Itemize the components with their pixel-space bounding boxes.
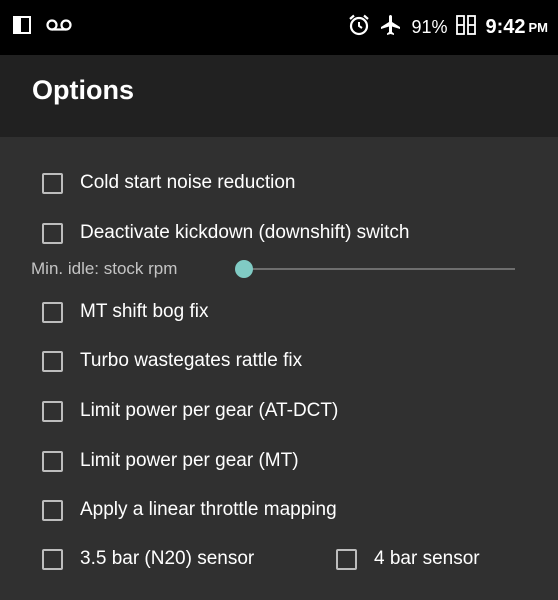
checkbox[interactable] xyxy=(42,222,63,244)
option-label: Limit power per gear (AT-DCT) xyxy=(80,400,339,421)
option-linear-throttle-mapping[interactable]: Apply a linear throttle mapping xyxy=(42,493,337,527)
alarm-icon xyxy=(347,13,371,42)
option-cold-start-noise-reduction[interactable]: Cold start noise reduction xyxy=(42,166,295,200)
battery-icon xyxy=(455,14,477,41)
dual-screen-icon xyxy=(12,15,32,40)
checkbox[interactable] xyxy=(42,400,63,422)
option-label: 3.5 bar (N20) sensor xyxy=(80,548,255,569)
min-idle-slider-thumb[interactable] xyxy=(235,260,253,278)
option-mt-shift-bog-fix[interactable]: MT shift bog fix xyxy=(42,295,208,329)
checkbox[interactable] xyxy=(42,301,63,323)
option-deactivate-kickdown-switch[interactable]: Deactivate kickdown (downshift) switch xyxy=(42,216,409,250)
page-title: Options xyxy=(32,75,134,105)
checkbox[interactable] xyxy=(42,548,63,570)
status-bar: 91% 9:42 PM xyxy=(0,0,558,55)
option-4-bar-sensor[interactable]: 4 bar sensor xyxy=(336,542,480,576)
checkbox[interactable] xyxy=(42,450,63,472)
airplane-mode-icon xyxy=(379,13,403,42)
app-bar: Options xyxy=(0,55,558,137)
status-bar-right: 91% 9:42 PM xyxy=(347,0,548,55)
option-limit-power-per-gear-mt[interactable]: Limit power per gear (MT) xyxy=(42,444,299,478)
option-label: Limit power per gear (MT) xyxy=(80,450,299,471)
battery-percentage: 91% xyxy=(411,17,448,37)
min-idle-label: Min. idle: stock rpm xyxy=(31,259,178,278)
option-label: Apply a linear throttle mapping xyxy=(80,499,337,520)
option-label: Cold start noise reduction xyxy=(80,172,296,193)
option-3-5-bar-n20-sensor[interactable]: 3.5 bar (N20) sensor xyxy=(42,542,254,576)
clock-ampm: PM xyxy=(528,20,549,35)
option-limit-power-per-gear-at-dct[interactable]: Limit power per gear (AT-DCT) xyxy=(42,394,338,428)
option-label: MT shift bog fix xyxy=(80,301,209,322)
option-label: Turbo wastegates rattle fix xyxy=(80,350,303,371)
option-label: Deactivate kickdown (downshift) switch xyxy=(80,222,410,243)
voicemail-icon xyxy=(46,18,72,37)
checkbox[interactable] xyxy=(42,350,63,372)
min-idle-slider-track[interactable] xyxy=(237,268,515,270)
clock-time: 9:42 xyxy=(485,16,526,38)
option-turbo-wastegates-rattle-fix[interactable]: Turbo wastegates rattle fix xyxy=(42,344,302,378)
option-label: 4 bar sensor xyxy=(374,548,480,569)
checkbox[interactable] xyxy=(42,172,63,194)
checkbox[interactable] xyxy=(42,499,63,521)
checkbox[interactable] xyxy=(336,548,357,570)
status-bar-left xyxy=(12,0,72,55)
options-list: Cold start noise reduction Deactivate ki… xyxy=(0,137,558,600)
